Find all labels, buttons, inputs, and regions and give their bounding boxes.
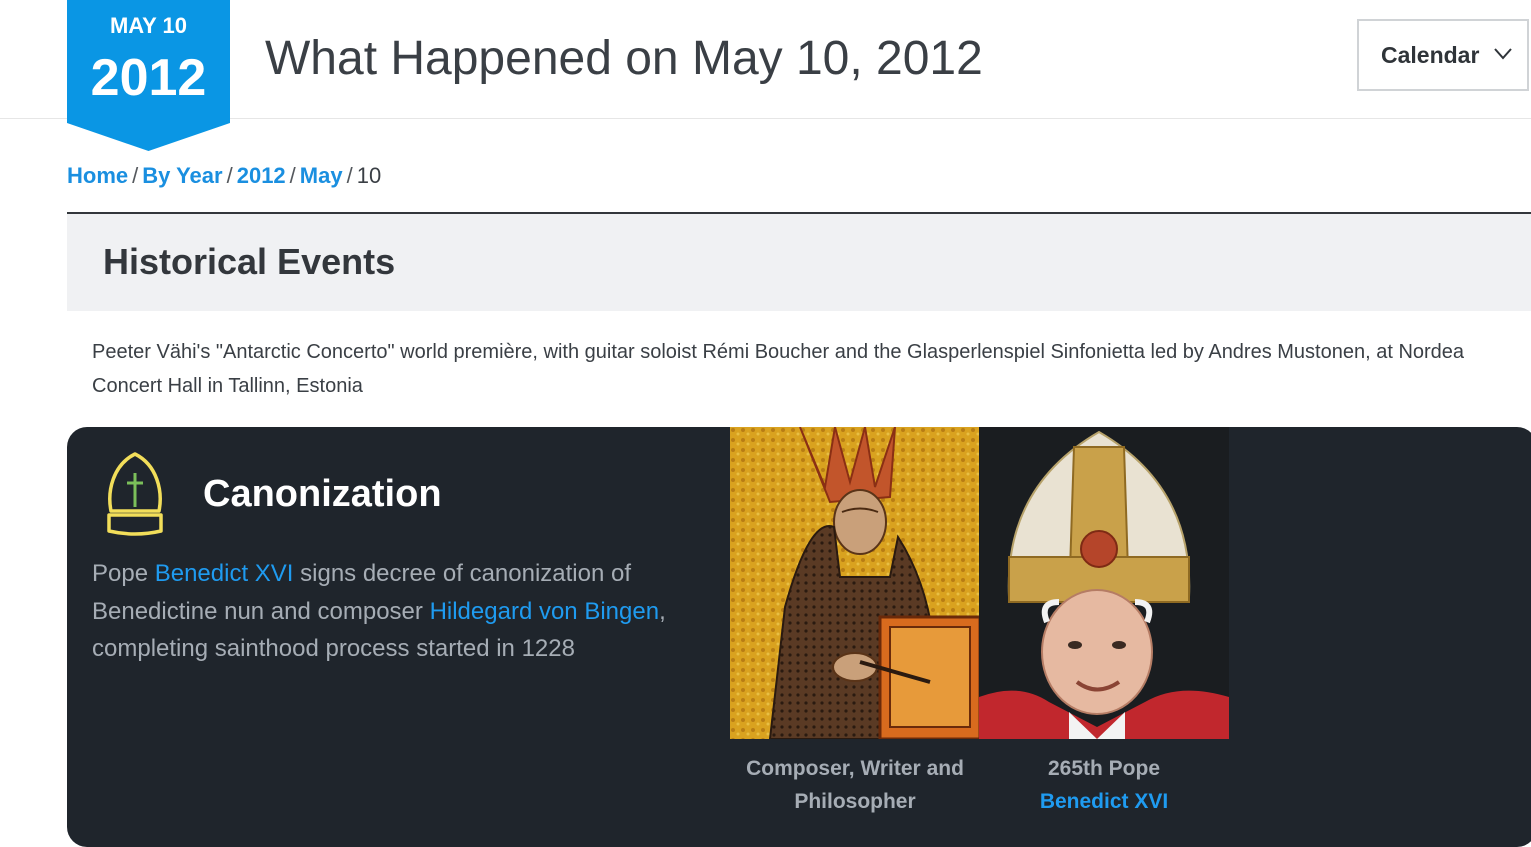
badge-year: 2012: [90, 49, 207, 107]
section-header: Historical Events: [67, 214, 1531, 311]
calendar-dropdown-button[interactable]: Calendar: [1357, 19, 1529, 91]
breadcrumb-year-link[interactable]: 2012: [237, 163, 286, 188]
benedict-caption: 265th Pope Benedict XVI: [979, 752, 1229, 818]
benedict-illustration: [979, 427, 1229, 739]
benedict-xvi-portrait-image[interactable]: [979, 427, 1229, 739]
benedict-xvi-caption-link[interactable]: Benedict XVI: [979, 785, 1229, 818]
hildegard-illustration: [730, 427, 980, 739]
featured-description: Pope Benedict XVI signs decree of canoni…: [92, 555, 672, 668]
hildegard-von-bingen-link[interactable]: Hildegard von Bingen: [430, 598, 660, 625]
badge-month: MAY 10: [109, 13, 188, 38]
chevron-down-icon: [1494, 48, 1512, 60]
hildegard-caption: Composer, Writer and Philosopher: [730, 752, 980, 818]
mitre-icon: [107, 452, 163, 536]
breadcrumb-separator: /: [289, 163, 296, 188]
hildegard-portrait-image[interactable]: [730, 427, 980, 739]
breadcrumb-by-year-link[interactable]: By Year: [142, 163, 222, 188]
breadcrumb-month-link[interactable]: May: [300, 163, 343, 188]
breadcrumb-separator: /: [346, 163, 353, 188]
calendar-button-label: Calendar: [1381, 41, 1480, 68]
hildegard-caption-text: Composer, Writer and Philosopher: [746, 757, 964, 813]
breadcrumb: Home / By Year/2012/May/10: [67, 163, 381, 189]
breadcrumb-home-link[interactable]: Home: [67, 163, 128, 188]
event-description: Peeter Vähi's "Antarctic Concerto" world…: [92, 341, 1465, 397]
breadcrumb-separator: /: [226, 163, 233, 188]
date-badge[interactable]: MAY 10 2012: [67, 0, 230, 151]
site-header: MAY 10 2012 What Happened on May 10, 201…: [0, 0, 1531, 151]
benedict-caption-text: 265th Pope: [1047, 757, 1161, 780]
benedict-xvi-link[interactable]: Benedict XVI: [155, 560, 294, 587]
breadcrumb-current-day: 10: [356, 163, 382, 188]
section-title: Historical Events: [103, 241, 396, 282]
featured-title: Canonization: [203, 473, 442, 515]
page-title: What Happened on May 10, 2012: [265, 32, 983, 85]
breadcrumb-separator: /: [132, 163, 139, 188]
featured-text-part: Pope: [92, 560, 155, 587]
featured-event-card: Canonization Pope Benedict XVI signs dec…: [67, 427, 1531, 847]
